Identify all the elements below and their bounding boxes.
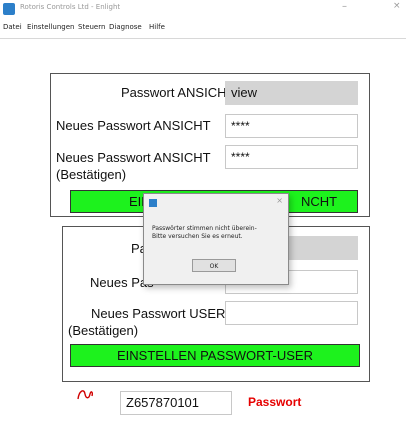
app-icon [3,3,15,15]
dialog-ok-button[interactable]: OK [192,259,236,272]
menu-diagnose[interactable]: Diagnose [109,23,142,31]
current-view-password-label: Passwort ANSICHT [121,85,235,100]
password-link[interactable]: Passwort [248,395,301,409]
dialog-app-icon [149,199,157,207]
confirm-view-password-label: Neues Passwort ANSICHT [56,150,211,165]
window-title: Rotoris Controls Ltd - Enlight [20,3,121,11]
minimize-button[interactable]: – [342,1,347,12]
close-window-button[interactable]: × [393,1,401,11]
dialog-message-line1: Passwörter stimmen nicht überein- [152,225,257,232]
error-dialog: × Passwörter stimmen nicht überein- Bitt… [143,193,289,285]
dialog-message-line2: Bitte versuchen Sie es erneut. [152,233,243,240]
set-user-password-button[interactable]: EINSTELLEN PASSWORT-USER [70,344,360,367]
dialog-close-button[interactable]: × [276,196,283,205]
confirm-user-password-label: Neues Passwort USER [91,306,226,321]
serial-number-field: Z657870101 [120,391,232,415]
signature-logo-icon [77,390,93,400]
menu-bar: Datei Einstellungen Steuern Diagnose Hil… [0,21,406,35]
confirm-view-password-input[interactable]: **** [225,145,358,169]
new-view-password-label: Neues Passwort ANSICHT [56,118,211,133]
confirm-view-password-label-2: (Bestätigen) [56,167,127,182]
menu-hilfe[interactable]: Hilfe [149,23,165,31]
confirm-user-password-label-2: (Bestätigen) [68,323,139,338]
menu-datei[interactable]: Datei [3,23,22,31]
confirm-user-password-input[interactable] [225,301,358,325]
title-bar: Rotoris Controls Ltd - Enlight – × [0,0,406,20]
current-view-password-field: view [225,81,358,105]
set-view-password-label-right: NCHT [301,194,338,209]
menu-einstellungen[interactable]: Einstellungen [27,23,74,31]
dialog-message: Passwörter stimmen nicht überein- Bitte … [152,225,282,241]
menu-steuern[interactable]: Steuern [78,23,105,31]
new-view-password-input[interactable]: **** [225,114,358,138]
menu-divider [0,38,406,39]
